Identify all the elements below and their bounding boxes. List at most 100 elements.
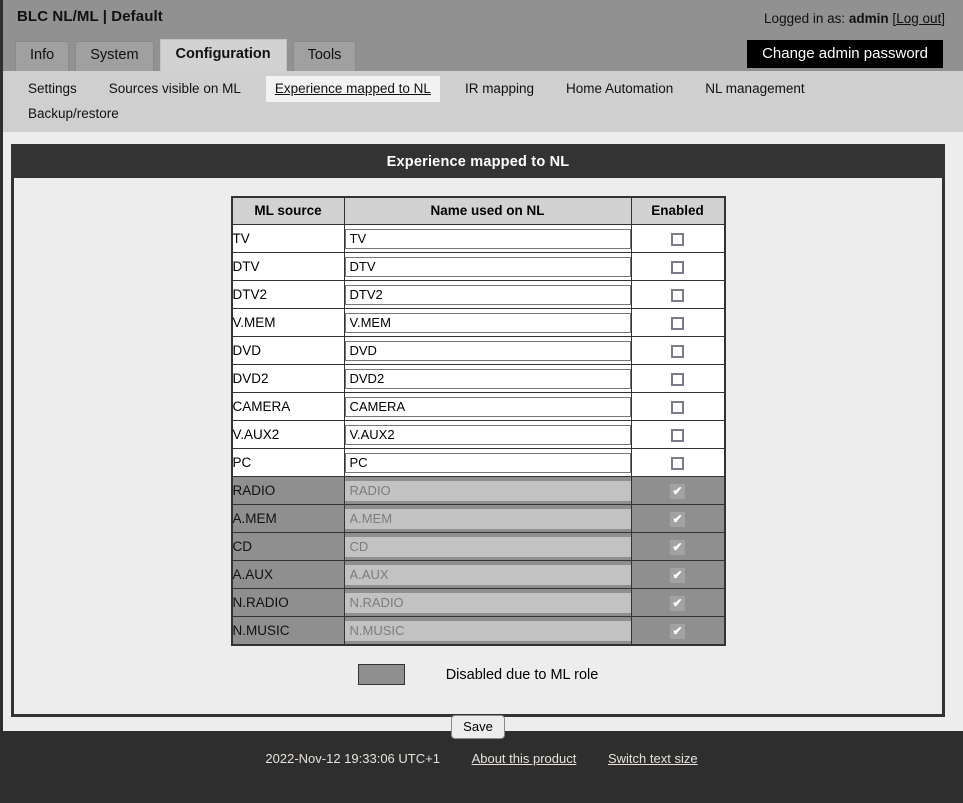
- enabled-checkbox[interactable]: [671, 345, 684, 359]
- cell-name-on-nl: [343, 420, 632, 449]
- save-button[interactable]: Save: [451, 715, 505, 739]
- about-this-product-link[interactable]: About this product: [472, 751, 577, 766]
- login-status: Logged in as: admin [Log out]: [764, 11, 945, 26]
- cell-enabled: [630, 308, 725, 337]
- subnav-item-settings[interactable]: Settings: [21, 77, 84, 101]
- enabled-checkbox[interactable]: [671, 429, 684, 443]
- cell-ml-source: PC: [231, 448, 345, 477]
- enabled-checkbox[interactable]: [671, 317, 684, 331]
- cell-name-on-nl: [343, 616, 632, 646]
- table-row: RADIO ✔: [231, 476, 725, 505]
- enabled-checkbox[interactable]: [671, 401, 684, 415]
- enabled-checkbox[interactable]: [671, 457, 684, 471]
- table-row: TV: [231, 224, 725, 253]
- cell-ml-source: A.MEM: [231, 504, 345, 533]
- cell-enabled: [630, 336, 725, 365]
- subnav-item-nl-management[interactable]: NL management: [698, 77, 811, 101]
- column-header-name-on-nl: Name used on NL: [343, 196, 632, 225]
- table-row: PC: [231, 448, 725, 477]
- name-on-nl-input: [344, 564, 631, 585]
- sub-navigation-row-2: Backup/restore: [3, 102, 963, 126]
- cell-enabled: [630, 448, 725, 477]
- name-on-nl-input: [344, 508, 631, 529]
- cell-name-on-nl: [343, 448, 632, 477]
- cell-ml-source: DTV: [231, 252, 345, 281]
- subnav-item-sources-visible-on-ml[interactable]: Sources visible on ML: [102, 77, 248, 101]
- column-header-ml-source: ML source: [231, 196, 345, 225]
- cell-name-on-nl: [343, 476, 632, 505]
- cell-enabled: [630, 420, 725, 449]
- enabled-checkbox-checked: ✔: [670, 511, 685, 527]
- subnav-item-ir-mapping[interactable]: IR mapping: [458, 77, 541, 101]
- enabled-checkbox[interactable]: [671, 373, 684, 387]
- table-row: V.MEM: [231, 308, 725, 337]
- page-title: BLC NL/ML | Default: [17, 8, 163, 25]
- logout-link[interactable]: Log out: [896, 11, 941, 26]
- legend-label: Disabled due to ML role: [445, 666, 599, 683]
- name-on-nl-input[interactable]: [344, 228, 631, 249]
- experience-mapping-table: ML source Name used on NL Enabled TVDTVD…: [230, 196, 726, 646]
- sub-navigation-row-1: Settings Sources visible on ML Experience …: [3, 76, 963, 102]
- enabled-checkbox[interactable]: [671, 289, 684, 303]
- tab-configuration[interactable]: Configuration: [159, 39, 287, 71]
- subnav-item-home-automation[interactable]: Home Automation: [559, 77, 680, 101]
- legend-swatch: [357, 664, 405, 685]
- username-label: admin: [848, 11, 889, 26]
- cell-enabled: ✔: [630, 588, 725, 617]
- cell-enabled: [630, 252, 725, 281]
- table-body: TVDTVDTV2V.MEMDVDDVD2CAMERAV.AUX2PCRADIO…: [231, 224, 725, 646]
- cell-enabled: [630, 392, 725, 421]
- name-on-nl-input: [344, 592, 631, 613]
- cell-name-on-nl: [343, 224, 632, 253]
- tab-system[interactable]: System: [75, 41, 154, 71]
- enabled-checkbox-checked: ✔: [670, 539, 685, 555]
- table-row: DTV: [231, 252, 725, 281]
- cell-name-on-nl: [343, 532, 632, 561]
- cell-enabled: ✔: [630, 616, 725, 646]
- table-row: CD ✔: [231, 532, 725, 561]
- enabled-checkbox[interactable]: [671, 233, 684, 247]
- cell-name-on-nl: [343, 280, 632, 309]
- table-head: ML source Name used on NL Enabled: [231, 196, 725, 225]
- cell-enabled: ✔: [630, 560, 725, 589]
- cell-name-on-nl: [343, 504, 632, 533]
- subnav-item-backup-restore[interactable]: Backup/restore: [21, 102, 126, 126]
- enabled-checkbox-checked: ✔: [670, 623, 685, 639]
- table-row: N.RADIO ✔: [231, 588, 725, 617]
- tab-tools[interactable]: Tools: [292, 41, 357, 71]
- panel-content: ML source Name used on NL Enabled TVDTVD…: [14, 178, 942, 739]
- name-on-nl-input[interactable]: [344, 340, 631, 361]
- content-panel: Experience mapped to NL ML source Name u…: [11, 144, 945, 739]
- logged-in-label: Logged in as:: [764, 11, 846, 26]
- save-button-container: Save: [14, 715, 942, 739]
- cell-ml-source: V.AUX2: [231, 420, 345, 449]
- name-on-nl-input[interactable]: [344, 256, 631, 277]
- name-on-nl-input: [344, 620, 631, 641]
- cell-name-on-nl: [343, 560, 632, 589]
- cell-name-on-nl: [343, 588, 632, 617]
- name-on-nl-input[interactable]: [344, 312, 631, 333]
- name-on-nl-input[interactable]: [344, 452, 631, 473]
- cell-ml-source: RADIO: [231, 476, 345, 505]
- name-on-nl-input[interactable]: [344, 396, 631, 417]
- switch-text-size-link[interactable]: Switch text size: [608, 751, 698, 766]
- cell-ml-source: N.RADIO: [231, 588, 345, 617]
- cell-enabled: ✔: [630, 476, 725, 505]
- cell-ml-source: DVD2: [231, 364, 345, 393]
- tab-info[interactable]: Info: [15, 41, 70, 71]
- enabled-checkbox[interactable]: [671, 261, 684, 275]
- cell-ml-source: V.MEM: [231, 308, 345, 337]
- sub-navigation: Settings Sources visible on ML Experience …: [0, 71, 963, 132]
- panel-title: Experience mapped to NL: [14, 147, 942, 178]
- name-on-nl-input[interactable]: [344, 284, 631, 305]
- subnav-item-experience-mapped-to-nl[interactable]: Experience mapped to NL: [265, 76, 440, 102]
- name-on-nl-input[interactable]: [344, 424, 631, 445]
- name-on-nl-input[interactable]: [344, 368, 631, 389]
- change-admin-password-button[interactable]: Change admin password: [747, 40, 943, 68]
- cell-ml-source: N.MUSIC: [231, 616, 345, 646]
- footer: 2022-Nov-12 19:33:06 UTC+1 About this pr…: [0, 731, 963, 803]
- table-row: DTV2: [231, 280, 725, 309]
- table-row: DVD: [231, 336, 725, 365]
- tab-bar: Info System Configuration Tools Change a…: [0, 36, 963, 71]
- logout-bracket-close: ]: [941, 11, 945, 26]
